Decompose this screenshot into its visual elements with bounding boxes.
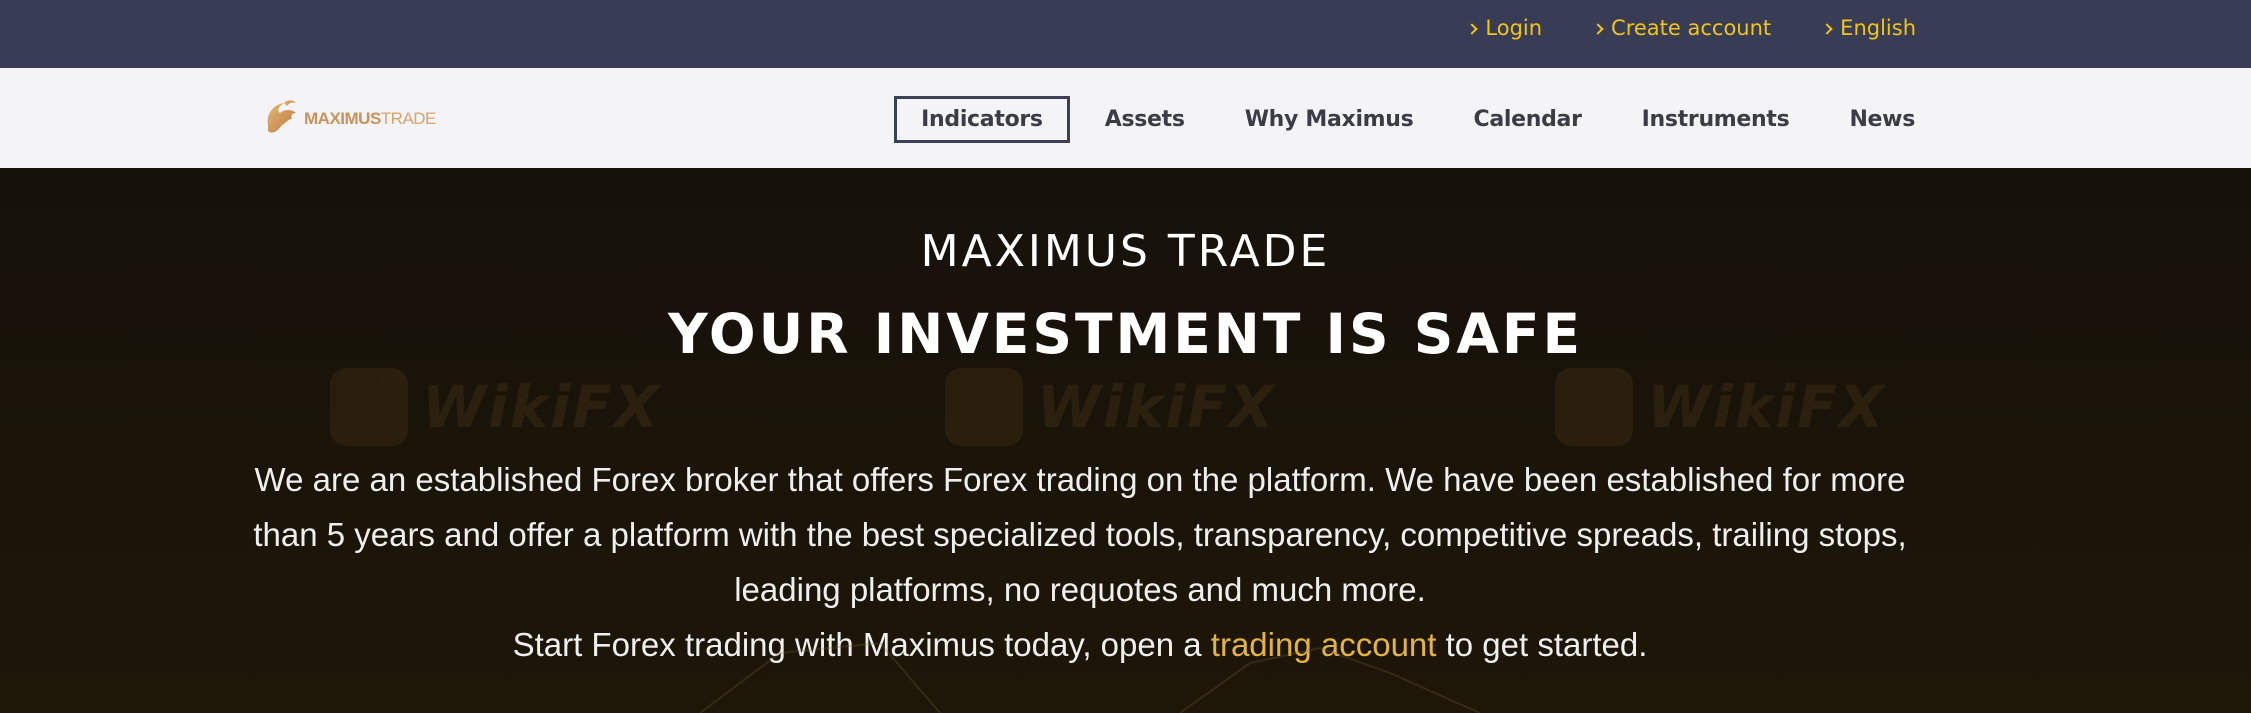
- hero-description: We are an established Forex broker that …: [230, 452, 1930, 672]
- nav-item-why-maximus[interactable]: Why Maximus: [1216, 96, 1443, 143]
- brand-name-bold: MAXIMUS: [304, 109, 381, 128]
- decorative-lines: [699, 643, 1481, 713]
- watermark-logo-icon: [945, 368, 1023, 446]
- hero-eyebrow: MAXIMUS TRADE: [920, 226, 1331, 277]
- watermark-text: WikiFX: [1037, 373, 1276, 441]
- login-label: Login: [1485, 16, 1543, 40]
- utility-links: Login Create account English: [1466, 16, 1916, 40]
- nav-item-instruments[interactable]: Instruments: [1613, 96, 1819, 143]
- chevron-right-icon: [1821, 22, 1833, 35]
- watermark-logo-icon: [1555, 368, 1633, 446]
- watermark: WikiFX: [330, 368, 661, 446]
- language-label: English: [1840, 16, 1916, 40]
- watermark: WikiFX: [945, 368, 1276, 446]
- chevron-right-icon: [1592, 22, 1604, 35]
- bull-icon: [267, 100, 296, 133]
- create-account-label: Create account: [1611, 16, 1772, 40]
- hero-paragraph: We are an established Forex broker that …: [253, 461, 1907, 608]
- nav-item-indicators[interactable]: Indicators: [894, 96, 1070, 143]
- top-utility-bar: Login Create account English: [0, 0, 2251, 68]
- language-link[interactable]: English: [1821, 16, 1916, 40]
- nav-item-news[interactable]: News: [1820, 96, 1918, 143]
- hero-title: YOUR INVESTMENT IS SAFE: [667, 302, 1584, 366]
- brand-logo[interactable]: MAXIMUSTRADE: [262, 96, 436, 142]
- watermark-text: WikiFX: [1647, 373, 1886, 441]
- nav-item-calendar[interactable]: Calendar: [1444, 96, 1610, 143]
- watermark-logo-icon: [330, 368, 408, 446]
- chevron-right-icon: [1466, 22, 1479, 35]
- watermark: WikiFX: [1555, 368, 1886, 446]
- brand-name-light: TRADE: [380, 109, 437, 128]
- brand-wordmark: MAXIMUSTRADE: [304, 109, 436, 129]
- primary-nav: Indicators Assets Why Maximus Calendar I…: [892, 96, 1918, 143]
- main-navbar: MAXIMUSTRADE Indicators Assets Why Maxim…: [0, 68, 2251, 168]
- login-link[interactable]: Login: [1466, 16, 1543, 40]
- hero-section: WikiFX WikiFX WikiFX MAXIMUS TRADE YOUR …: [0, 168, 2251, 713]
- create-account-link[interactable]: Create account: [1592, 16, 1772, 40]
- nav-item-assets[interactable]: Assets: [1076, 96, 1214, 143]
- watermark-text: WikiFX: [422, 373, 661, 441]
